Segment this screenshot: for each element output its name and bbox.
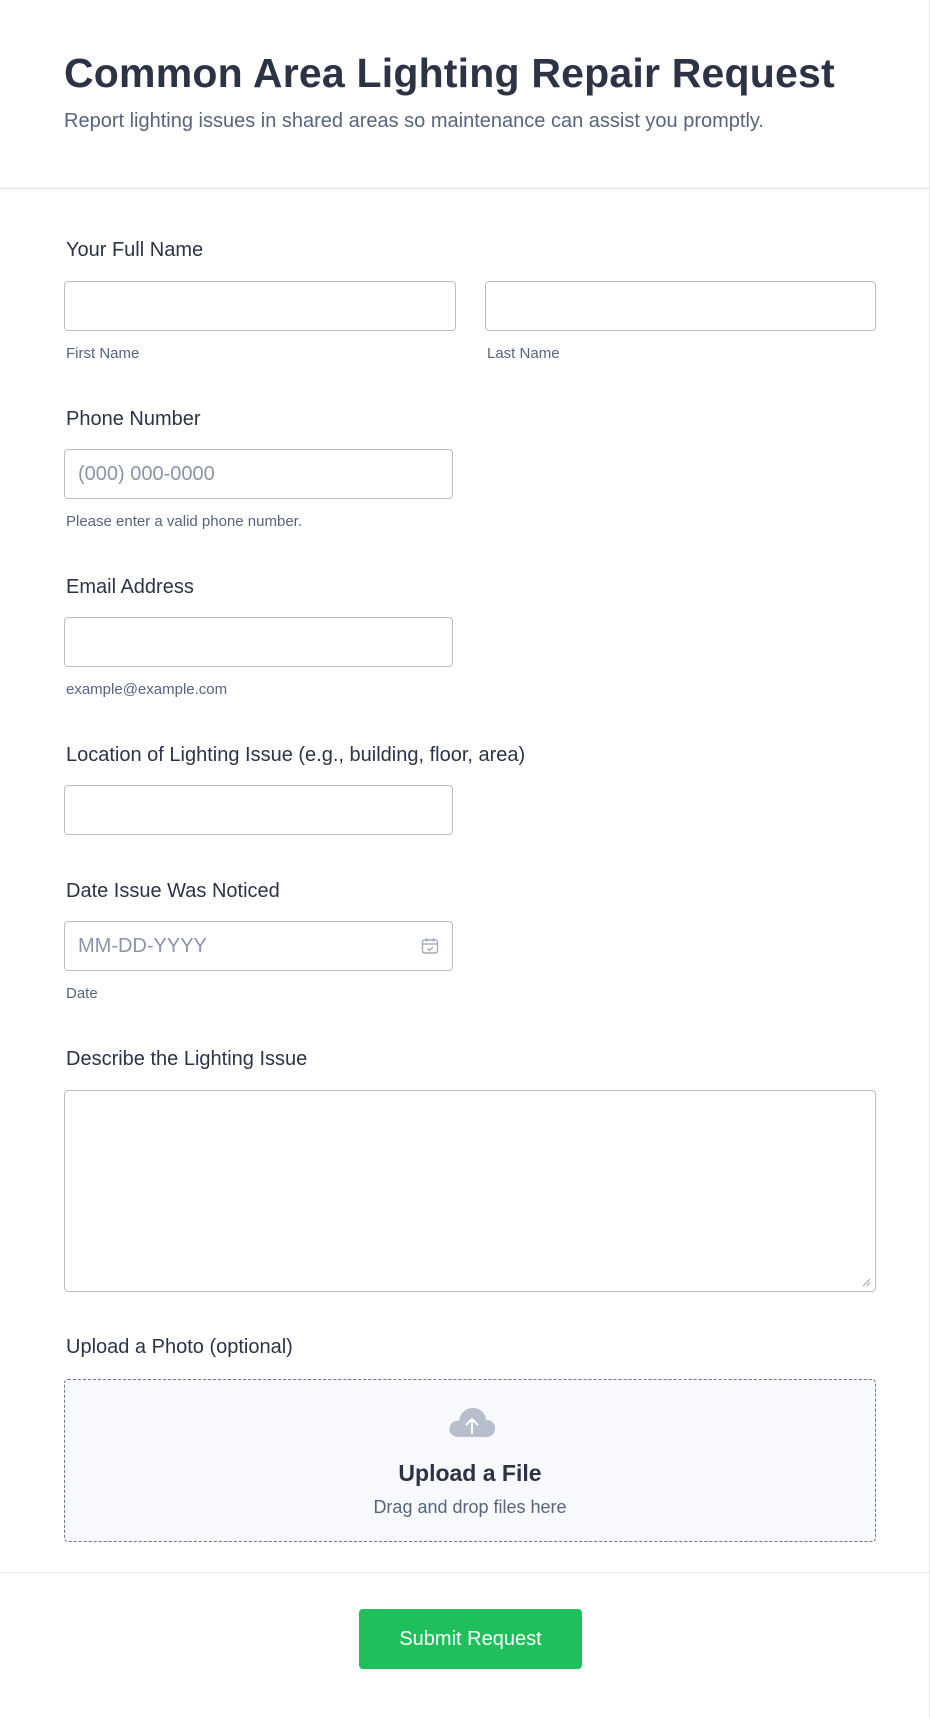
upload-subtitle: Drag and drop files here (373, 1497, 567, 1517)
last-name-input[interactable] (485, 281, 876, 331)
location-label: Location of Lighting Issue (e.g., buildi… (66, 744, 526, 766)
cloud-upload-icon (449, 1408, 496, 1437)
date-label: Date Issue Was Noticed (66, 880, 280, 902)
date-placeholder: MM-DD-YYYY (78, 934, 207, 957)
phone-hint: Please enter a valid phone number. (66, 513, 302, 530)
page-subtitle: Report lighting issues in shared areas s… (64, 110, 764, 132)
form-card: Common Area Lighting Repair Request Repo… (0, 0, 930, 1718)
first-name-sublabel: First Name (66, 345, 140, 362)
phone-input[interactable]: (000) 000-0000 (64, 449, 453, 499)
location-input[interactable] (64, 785, 453, 835)
upload-title: Upload a File (398, 1460, 542, 1486)
date-hint: Date (66, 985, 98, 1002)
footer-divider (0, 1572, 930, 1573)
email-label: Email Address (66, 576, 194, 598)
date-input[interactable]: MM-DD-YYYY (64, 921, 453, 971)
calendar-icon[interactable] (421, 937, 439, 955)
last-name-sublabel: Last Name (487, 345, 560, 362)
phone-label: Phone Number (66, 408, 201, 430)
email-input[interactable] (64, 617, 453, 667)
first-name-input[interactable] (64, 281, 456, 331)
form-header: Common Area Lighting Repair Request Repo… (0, 0, 930, 189)
description-label: Describe the Lighting Issue (66, 1048, 308, 1070)
page-title: Common Area Lighting Repair Request (64, 50, 835, 96)
upload-label: Upload a Photo (optional) (66, 1336, 293, 1358)
full-name-label: Your Full Name (66, 239, 204, 261)
resize-handle-icon[interactable] (861, 1277, 871, 1287)
description-textarea[interactable] (64, 1090, 876, 1292)
file-upload-dropzone[interactable]: Upload a File Drag and drop files here (64, 1379, 876, 1542)
submit-button[interactable]: Submit Request (359, 1609, 582, 1669)
email-hint: example@example.com (66, 681, 228, 698)
